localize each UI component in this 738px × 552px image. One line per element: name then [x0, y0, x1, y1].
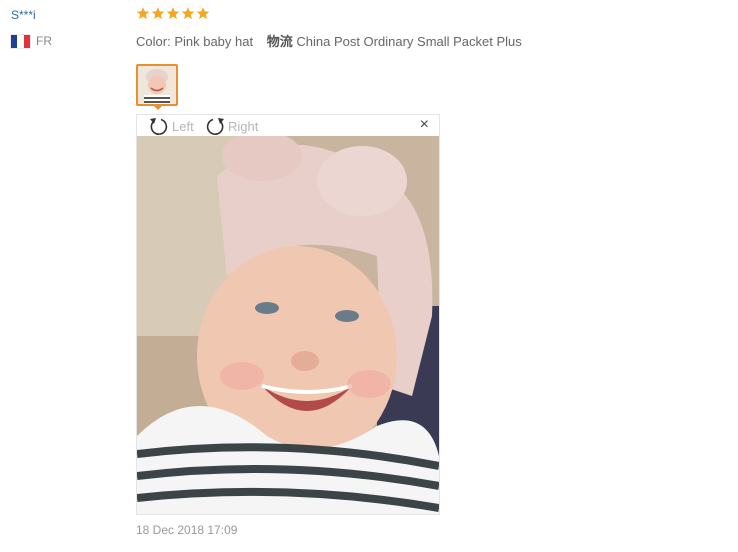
color-value: Pink baby hat: [174, 34, 254, 49]
rotate-left-label: Left: [172, 118, 194, 134]
rotate-left-icon: [150, 118, 168, 135]
star-icon: [181, 7, 195, 20]
close-icon: ×: [419, 116, 429, 133]
review-country: FR: [11, 34, 52, 48]
star-icon: [136, 7, 150, 20]
thumbnail-image: [138, 66, 176, 104]
rating-stars: [136, 6, 210, 21]
star-icon: [151, 7, 165, 20]
review-user: S***i: [11, 8, 36, 22]
rotate-right-label: Right: [228, 118, 259, 134]
country-code: FR: [36, 34, 52, 48]
photo-thumbnail[interactable]: [136, 64, 178, 106]
review-photo: [137, 136, 439, 514]
review-date: 18 Dec 2018 17:09: [136, 523, 238, 537]
fr-flag-icon: [11, 34, 30, 48]
order-attributes: Color: Pink baby hat 物流 China Post Ordin…: [136, 31, 522, 50]
rotate-right-button[interactable]: Right: [203, 116, 258, 136]
close-viewer-button[interactable]: ×: [420, 117, 429, 133]
image-viewer: Left Right ×: [136, 114, 440, 515]
rotate-left-button[interactable]: Left: [147, 116, 194, 136]
logistics-value: China Post Ordinary Small Packet Plus: [296, 34, 522, 49]
rotate-right-icon: [206, 118, 224, 135]
thumbnail-pointer: [152, 104, 164, 110]
star-icon: [166, 7, 180, 20]
star-icon: [196, 7, 210, 20]
viewer-toolbar: Left Right ×: [137, 115, 439, 136]
review-photo-image: [137, 136, 439, 514]
logistics-label: 物流: [266, 34, 293, 49]
color-label: Color:: [136, 34, 171, 49]
